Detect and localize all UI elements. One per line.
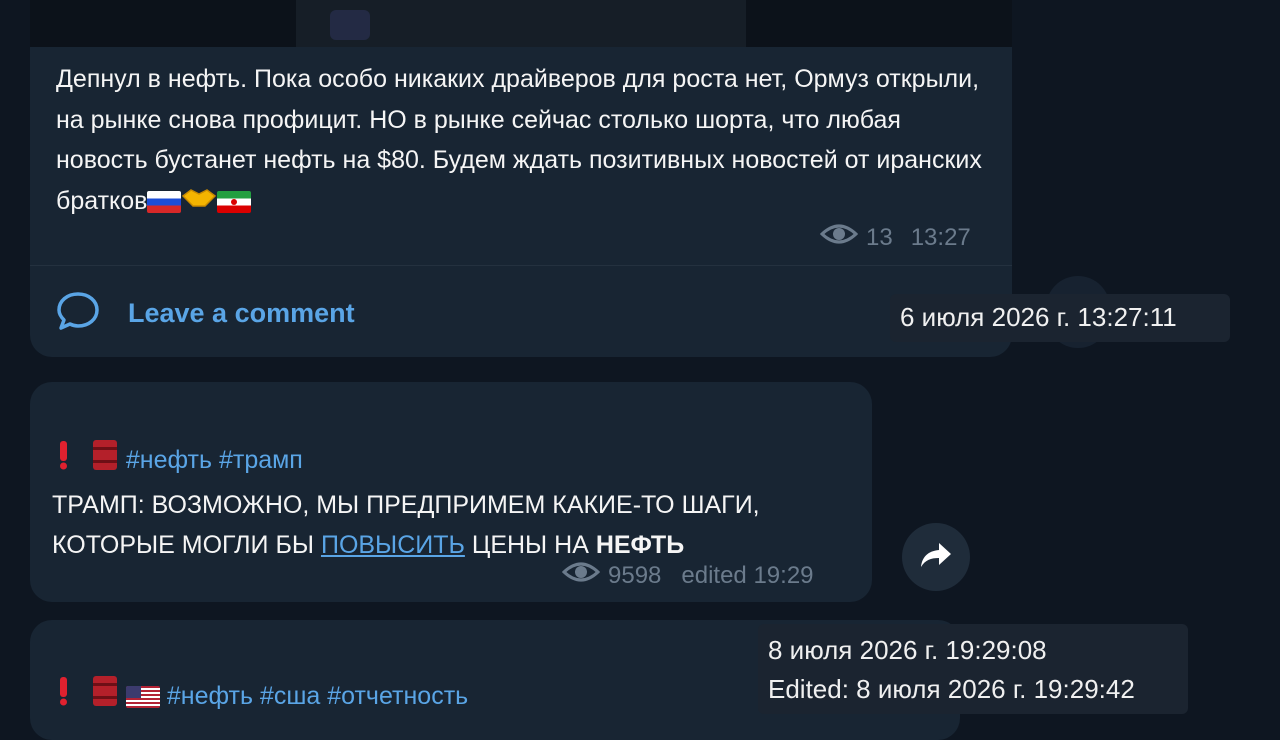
tooltip-edited: Edited: 8 июля 2026 г. 19:29:42 (768, 674, 1135, 704)
message-meta: 13 13:27 (819, 222, 971, 253)
media-avatar (330, 10, 370, 40)
divider (30, 265, 1012, 266)
edited-time: edited 19:29 (681, 561, 814, 589)
comment-icon (56, 290, 100, 337)
share-button[interactable] (902, 523, 970, 591)
view-count: 9598 (608, 561, 662, 589)
bold-word: НЕФТЬ (595, 531, 685, 559)
view-count: 13 (866, 223, 893, 251)
headline-line-1: ТРАМП: ВОЗМОЖНО, МЫ ПРЕДПРИМЕМ КАКИЕ-ТО … (52, 490, 760, 519)
leave-comment-button[interactable]: Leave a comment (56, 288, 355, 338)
eye-icon (561, 560, 601, 591)
exclamation-icon (52, 675, 74, 720)
oil-barrel-icon (91, 438, 119, 485)
hashtags[interactable]: #нефть #трамп (126, 446, 303, 474)
exclamation-icon (52, 439, 74, 484)
hashtags[interactable]: #нефть #сша #отчетность (167, 682, 468, 710)
post-media[interactable] (30, 0, 1012, 47)
timestamp-tooltip: 6 июля 2026 г. 13:27:11 (890, 294, 1230, 342)
leave-comment-label: Leave a comment (128, 297, 355, 328)
tooltip-text: 6 июля 2026 г. 13:27:11 (900, 302, 1177, 332)
channel-post: #нефть #трамп ТРАМП: ВОЗМОЖНО, МЫ ПРЕДПР… (30, 382, 872, 602)
message-text: #нефть #трамп ТРАМП: ВОЗМОЖНО, МЫ ПРЕДПР… (52, 438, 862, 566)
hashtag-line: #нефть #трамп (52, 438, 862, 485)
flag-russia-icon (147, 190, 182, 213)
text-link[interactable]: ПОВЫСИТЬ (321, 531, 465, 559)
tooltip-date: 8 июля 2026 г. 19:29:08 (768, 635, 1047, 665)
message-text: Депнул в нефть. Пока особо никаких драйв… (56, 59, 996, 222)
message-time: 13:27 (910, 223, 971, 251)
message-meta: 9598 edited 19:29 (561, 560, 814, 591)
timestamp-tooltip: 8 июля 2026 г. 19:29:08 Edited: 8 июля 2… (758, 624, 1188, 714)
handshake-icon (181, 182, 217, 223)
eye-icon (819, 222, 859, 253)
flag-usa-icon (125, 686, 160, 709)
share-icon (919, 541, 953, 574)
flag-iran-icon (217, 190, 252, 213)
channel-post: Депнул в нефть. Пока особо никаких драйв… (30, 0, 1012, 357)
